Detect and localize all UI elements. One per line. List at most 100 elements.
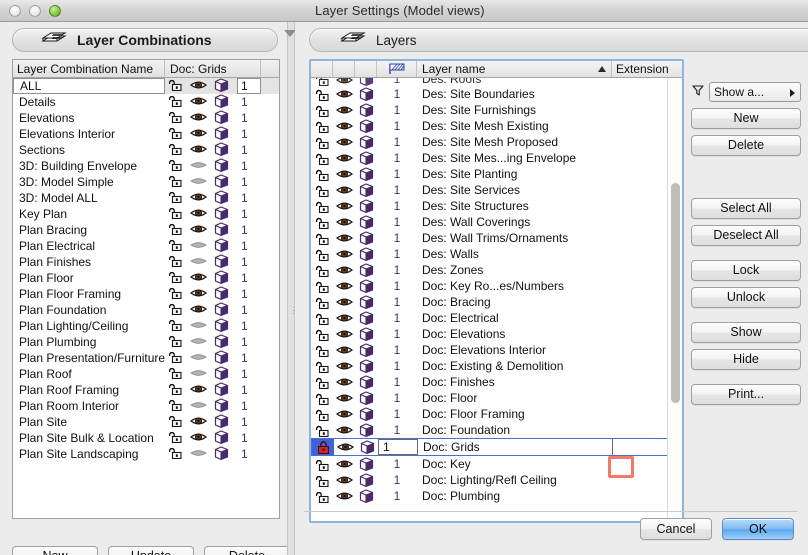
layer-combination-pen-number[interactable]: 1: [237, 207, 279, 221]
wireframe-solid-icon[interactable]: [355, 489, 377, 503]
layer-combination-row[interactable]: Plan Floor 1: [13, 269, 279, 286]
lock-open-icon[interactable]: [168, 446, 183, 462]
eye-open-icon[interactable]: [333, 216, 355, 228]
layers-scrollbar-thumb[interactable]: [671, 183, 680, 403]
layer-row[interactable]: 1 Des: Site Boundaries: [311, 86, 682, 102]
wireframe-solid-icon[interactable]: [214, 285, 229, 303]
wireframe-solid-icon[interactable]: [355, 103, 377, 117]
layer-combination-row[interactable]: Key Plan 1: [13, 205, 279, 222]
eye-open-icon[interactable]: [189, 223, 208, 238]
eye-closed-icon[interactable]: [190, 159, 207, 174]
wireframe-solid-icon[interactable]: [355, 327, 377, 341]
wireframe-solid-icon[interactable]: [355, 375, 377, 389]
lock-open-icon[interactable]: [311, 232, 333, 245]
lock-open-icon[interactable]: [168, 222, 183, 238]
lock-open-icon[interactable]: [311, 360, 333, 373]
layer-pen-number[interactable]: 1: [377, 167, 417, 181]
show-layer-button[interactable]: Show: [691, 322, 801, 343]
layer-combination-row[interactable]: Plan Bracing 1: [13, 221, 279, 238]
eye-open-icon[interactable]: [333, 360, 355, 372]
layer-row[interactable]: 1 Des: Roofs: [311, 78, 682, 86]
eye-closed-icon[interactable]: [190, 351, 207, 366]
layer-combination-row[interactable]: Plan Site 1: [13, 413, 279, 430]
deselect-all-button[interactable]: Deselect All: [691, 225, 801, 246]
eye-open-icon[interactable]: [189, 271, 208, 286]
layer-combination-row[interactable]: Plan Lighting/Ceiling 1: [13, 317, 279, 334]
layer-combination-pen-number[interactable]: 1: [237, 383, 279, 397]
lock-open-icon[interactable]: [311, 312, 333, 325]
lock-open-icon[interactable]: [168, 414, 183, 430]
lock-open-icon[interactable]: [311, 248, 333, 261]
layer-pen-number[interactable]: 1: [377, 199, 417, 213]
eye-open-icon[interactable]: [333, 104, 355, 116]
layer-combination-row[interactable]: ALL 1: [13, 77, 279, 94]
lock-open-icon[interactable]: [168, 366, 183, 382]
layer-combination-row[interactable]: Plan Presentation/Furniture 1: [13, 349, 279, 367]
eye-open-icon[interactable]: [333, 474, 355, 486]
eye-open-icon[interactable]: [189, 303, 208, 318]
eye-open-icon[interactable]: [333, 200, 355, 212]
layer-pen-number[interactable]: 1: [377, 263, 417, 277]
layer-pen-number[interactable]: 1: [377, 119, 417, 133]
eye-open-icon[interactable]: [334, 441, 356, 453]
layer-row[interactable]: 1 Des: Site Services: [311, 182, 682, 198]
wireframe-solid-icon[interactable]: [214, 141, 229, 159]
column-header-wireframe[interactable]: [355, 61, 377, 77]
lock-open-icon[interactable]: [311, 104, 333, 117]
lock-open-icon[interactable]: [168, 270, 183, 286]
layer-combination-pen-number[interactable]: 1: [237, 223, 279, 237]
lock-open-icon[interactable]: [311, 200, 333, 213]
wireframe-solid-icon[interactable]: [355, 215, 377, 229]
layer-pen-number[interactable]: 1: [377, 391, 417, 405]
layer-combination-row[interactable]: Plan Roof Framing 1: [13, 381, 279, 398]
unlock-layer-button[interactable]: Unlock: [691, 287, 801, 308]
eye-open-icon[interactable]: [189, 287, 208, 302]
layer-pen-number[interactable]: 1: [377, 103, 417, 117]
wireframe-solid-icon[interactable]: [214, 301, 229, 319]
layer-pen-number[interactable]: 1: [377, 231, 417, 245]
lock-closed-icon[interactable]: [312, 439, 334, 455]
eye-open-icon[interactable]: [333, 312, 355, 324]
layer-row[interactable]: 1 Des: Wall Coverings: [311, 214, 682, 230]
lock-open-icon[interactable]: [168, 334, 183, 350]
column-header-lock[interactable]: [311, 61, 333, 77]
layer-combination-pen-number[interactable]: 1: [237, 111, 279, 125]
eye-open-icon[interactable]: [189, 143, 208, 158]
layer-row[interactable]: 1 Des: Site Planting: [311, 166, 682, 182]
layer-row[interactable]: 1 Doc: Floor: [311, 390, 682, 406]
lock-open-icon[interactable]: [168, 318, 183, 334]
lock-open-icon[interactable]: [168, 142, 183, 158]
layer-pen-number[interactable]: 1: [377, 343, 417, 357]
lock-open-icon[interactable]: [168, 382, 183, 398]
eye-open-icon[interactable]: [189, 127, 208, 142]
hatch-flag-icon[interactable]: [377, 61, 417, 77]
layer-row[interactable]: 1 Doc: Plumbing: [311, 488, 682, 504]
lock-open-icon[interactable]: [168, 94, 183, 110]
eye-open-icon[interactable]: [333, 264, 355, 276]
layer-combination-pen-number[interactable]: 1: [237, 143, 279, 157]
lock-open-icon[interactable]: [311, 280, 333, 293]
eye-open-icon[interactable]: [189, 207, 208, 222]
layer-combination-row[interactable]: Plan Room Interior 1: [13, 397, 279, 414]
layer-combination-row[interactable]: Elevations 1: [13, 109, 279, 126]
layer-row[interactable]: 1 Des: Site Mesh Proposed: [311, 134, 682, 150]
wireframe-solid-icon[interactable]: [355, 119, 377, 133]
layer-pen-number[interactable]: 1: [378, 439, 418, 455]
layer-row[interactable]: 1 Doc: Elevations Interior: [311, 342, 682, 358]
lock-open-icon[interactable]: [311, 490, 333, 503]
layer-pen-number[interactable]: 1: [377, 247, 417, 261]
lock-open-icon[interactable]: [311, 184, 333, 197]
wireframe-solid-icon[interactable]: [214, 349, 229, 367]
layer-row[interactable]: 1 Des: Zones: [311, 262, 682, 278]
wireframe-solid-icon[interactable]: [355, 457, 377, 471]
layer-pen-number[interactable]: 1: [377, 359, 417, 373]
layer-combination-pen-number[interactable]: 1: [237, 239, 279, 253]
layer-combination-row[interactable]: Plan Site Bulk & Location 1: [13, 429, 279, 447]
wireframe-solid-icon[interactable]: [355, 78, 377, 86]
layer-combination-pen-number[interactable]: 1: [237, 159, 279, 173]
wireframe-solid-icon[interactable]: [214, 429, 229, 447]
layer-pen-number[interactable]: 1: [377, 215, 417, 229]
eye-closed-icon[interactable]: [190, 239, 207, 254]
lock-open-icon[interactable]: [311, 344, 333, 357]
wireframe-solid-icon[interactable]: [214, 157, 229, 175]
